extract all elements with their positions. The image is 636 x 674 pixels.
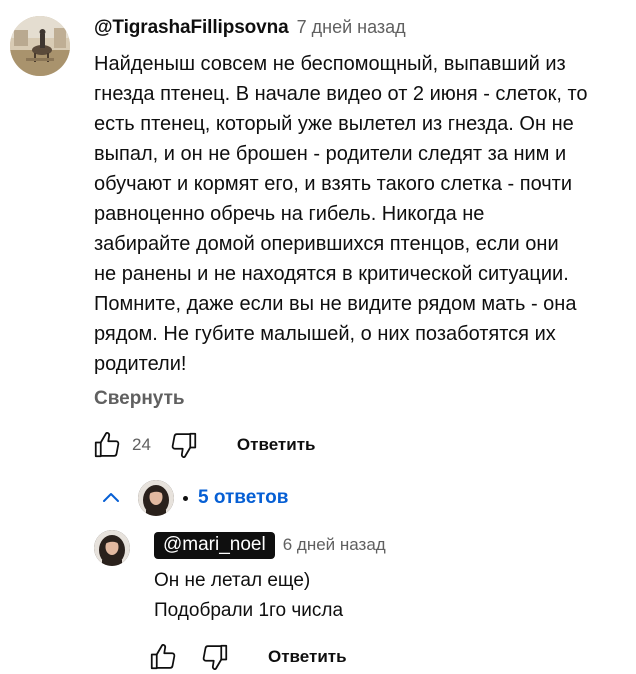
comment-line: Помните, даже если вы не видите рядом ма… xyxy=(94,293,577,315)
comment-line: не ранены и не находятся в критической с… xyxy=(94,263,569,285)
reply-line: Подобрали 1го числа xyxy=(154,600,344,621)
comment-line: равноценно обречь на гибель. Никогда не xyxy=(94,203,485,225)
reply-author-avatar[interactable] xyxy=(94,530,130,566)
comment-line: забирайте домой оперившихся птенцов, есл… xyxy=(94,233,559,255)
author-name[interactable]: @TigrashaFillipsovna xyxy=(94,17,289,39)
comment-header: @TigrashaFillipsovna 7 дней назад xyxy=(94,17,406,39)
reply-reply-button[interactable]: Ответить xyxy=(268,647,347,667)
reply-author-avatar-preview xyxy=(138,480,174,516)
comment-line: есть птенец, который уже вылетел из гнез… xyxy=(94,113,574,135)
like-count: 24 xyxy=(132,435,151,454)
reply-body: Он не летал еще) Подобрали 1го числа xyxy=(154,566,343,626)
comment-line: гнезда птенец. В начале видео от 2 июня … xyxy=(94,83,588,105)
reply-author-chip[interactable]: @mari_noel xyxy=(154,531,275,559)
like-button[interactable] xyxy=(92,430,122,460)
reply-button[interactable]: Ответить xyxy=(237,435,316,455)
replies-toggle[interactable]: 5 ответов xyxy=(96,478,288,518)
comment-line: рядом. Не губите малышей, о них позаботя… xyxy=(94,323,556,345)
reply-timestamp[interactable]: 6 дней назад xyxy=(283,535,386,555)
author-avatar[interactable] xyxy=(10,16,70,76)
thumb-down-icon xyxy=(171,432,197,459)
comment-body: Найденыш совсем не беспомощный, выпавший… xyxy=(94,49,624,379)
dislike-button[interactable] xyxy=(169,430,199,460)
reply-line: Он не летал еще) xyxy=(154,570,311,591)
comment-timestamp[interactable]: 7 дней назад xyxy=(297,17,406,38)
chevron-up-icon xyxy=(96,483,126,513)
comment-line: обучают и кормят его, и взять такого сле… xyxy=(94,173,573,195)
comment-line: родители! xyxy=(94,353,187,375)
reply-header: @mari_noel 6 дней назад xyxy=(154,530,386,560)
replies-count-label[interactable]: 5 ответов xyxy=(198,487,288,509)
collapse-button[interactable]: Свернуть xyxy=(94,388,185,410)
reply-actions: Ответить xyxy=(148,640,347,674)
comment-line: выпал, и он не брошен - родители следят … xyxy=(94,143,567,165)
comment-line: Найденыш совсем не беспомощный, выпавший… xyxy=(94,53,566,75)
comment-actions: 24 Ответить xyxy=(92,428,315,462)
separator-dot xyxy=(183,495,188,501)
thumb-up-icon xyxy=(94,431,120,458)
